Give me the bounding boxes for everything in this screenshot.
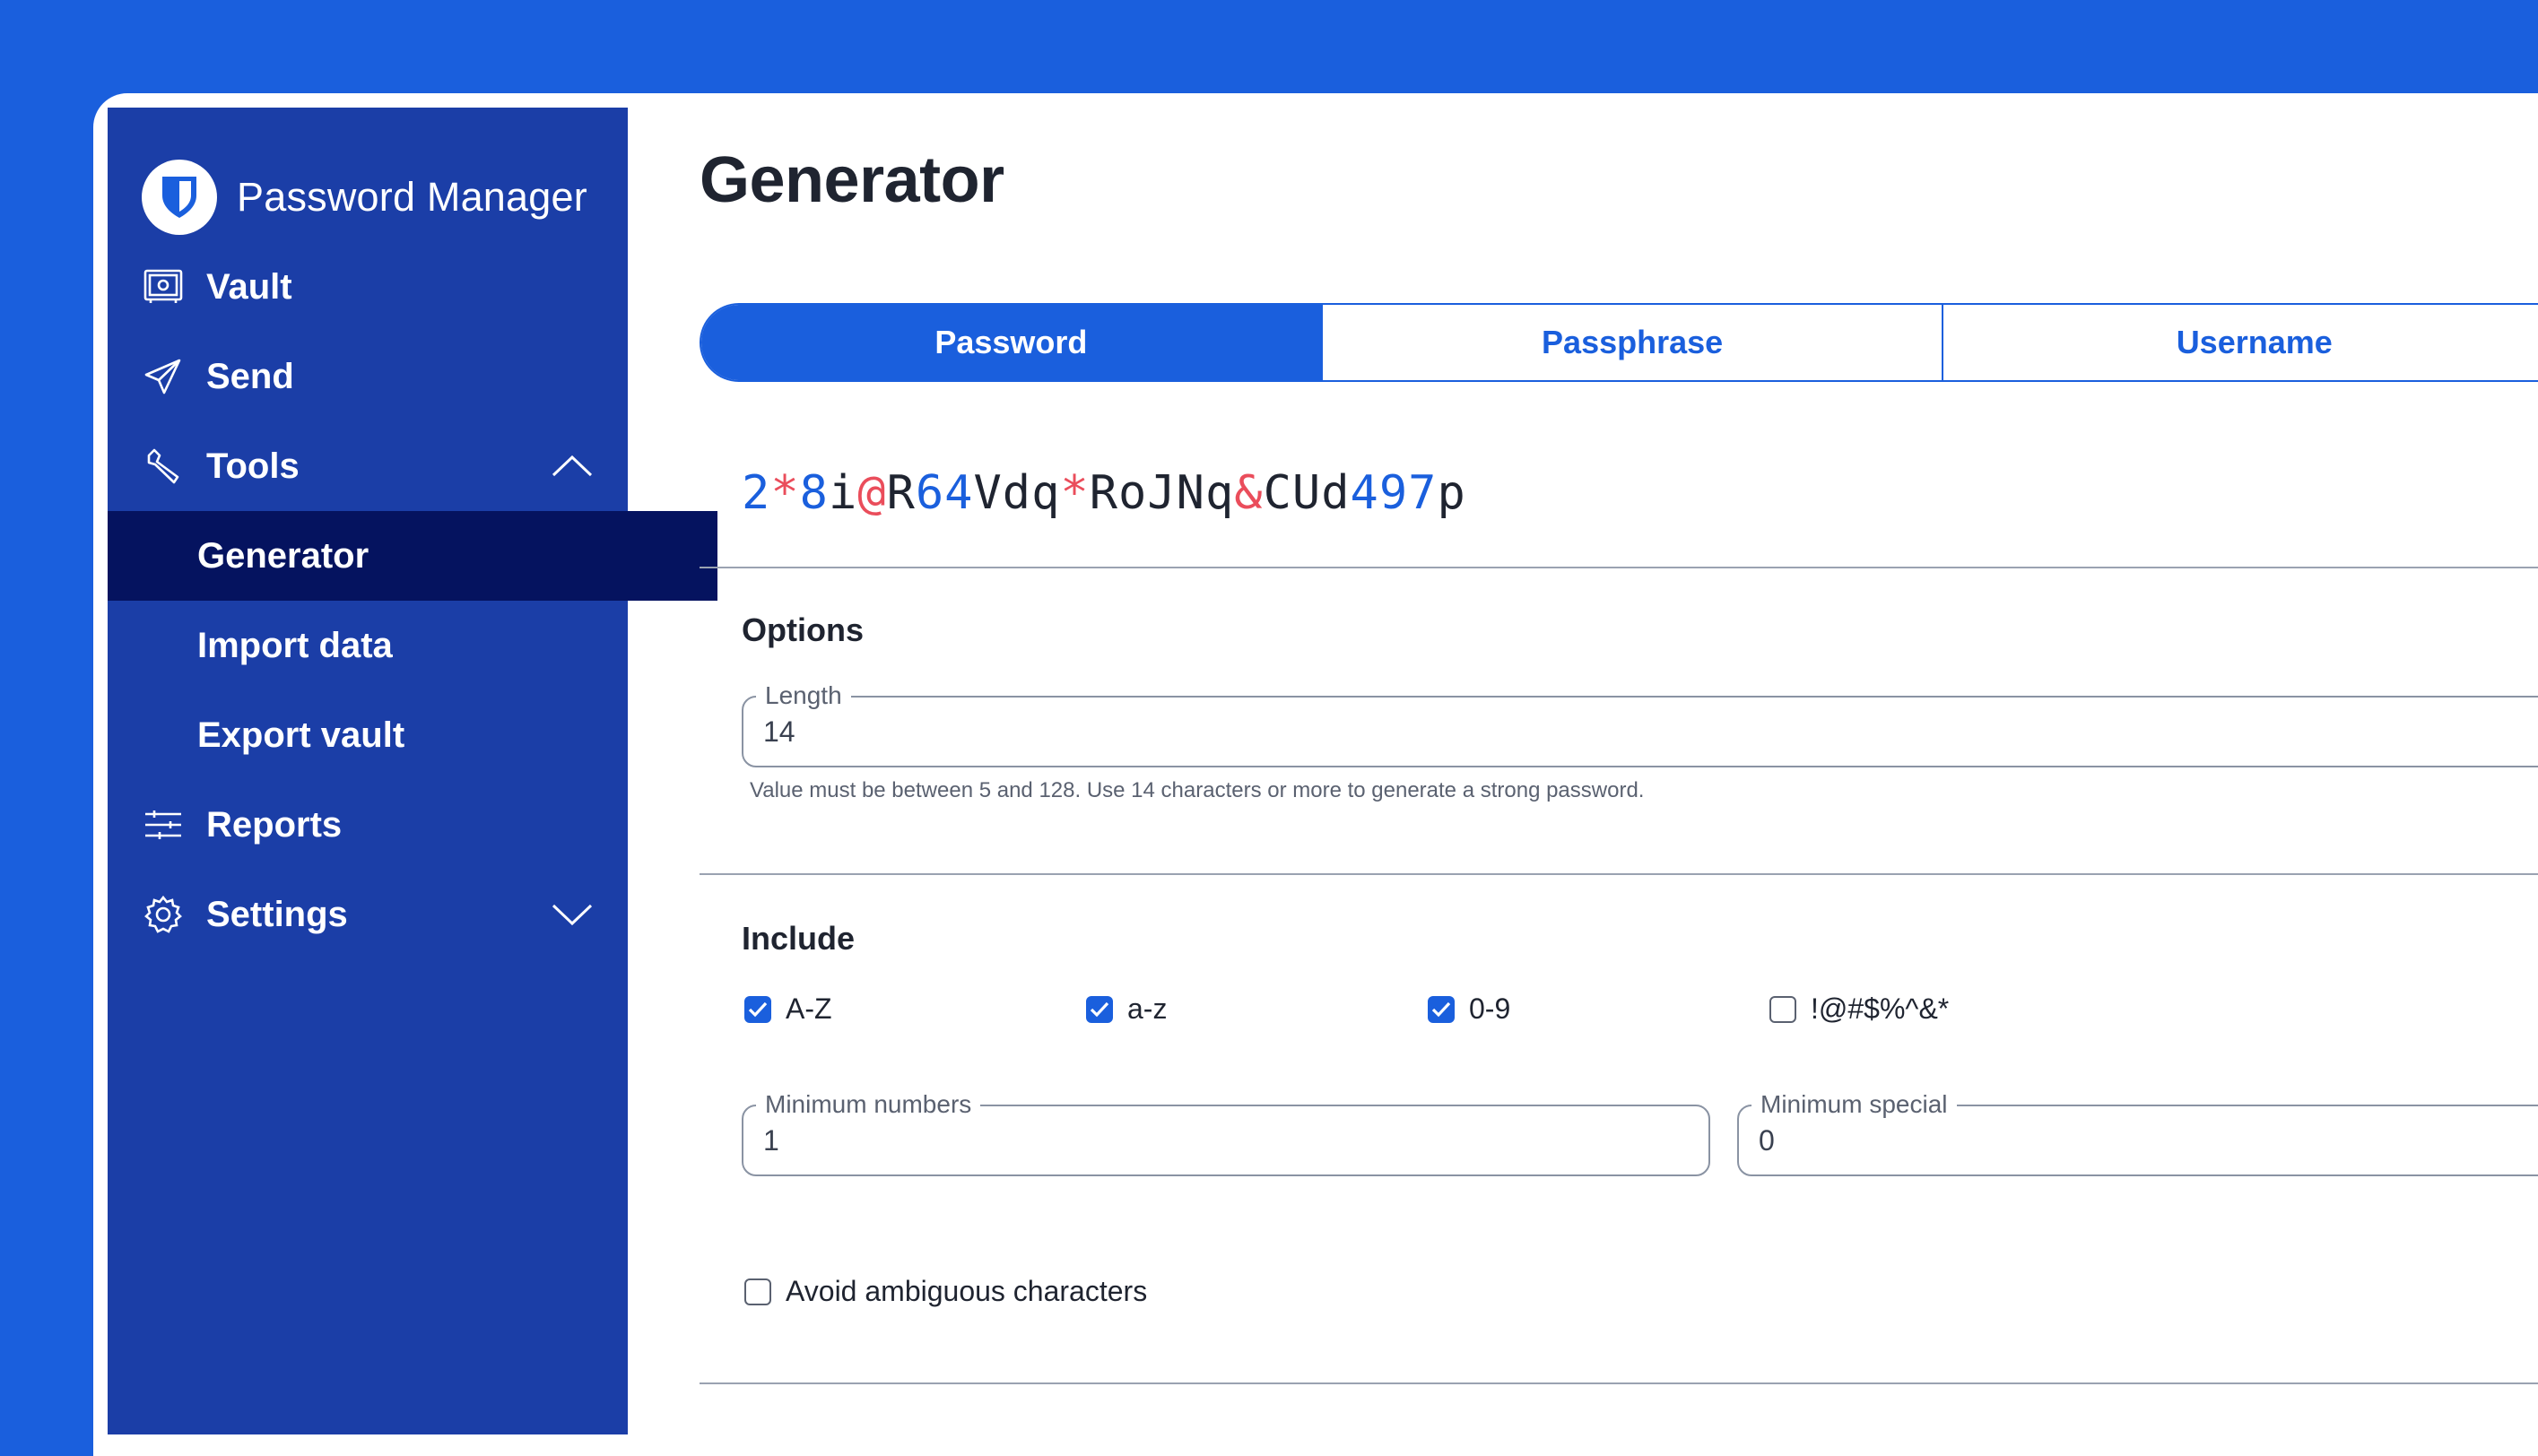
sidebar-item-label: Settings — [206, 894, 348, 934]
password-chunk: RoJNq — [1089, 466, 1235, 520]
send-icon — [142, 355, 185, 398]
checkbox-label: A-Z — [786, 992, 832, 1025]
sidebar-item-vault[interactable]: Vault — [108, 242, 628, 332]
password-chunk: 64 — [915, 466, 974, 520]
checkbox-unchecked-icon — [1769, 995, 1796, 1023]
minimum-numbers-field[interactable]: Minimum numbers 1 — [742, 1090, 1710, 1176]
app-name: Password Manager — [237, 174, 587, 220]
length-field[interactable]: Length 14 — [742, 681, 2538, 767]
minimum-special-label: Minimum special — [1751, 1090, 1957, 1119]
sidebar-item-export-vault[interactable]: Export vault — [108, 690, 717, 780]
checkbox-uppercase[interactable]: A-Z — [744, 992, 832, 1026]
page-title: Generator — [700, 144, 1004, 216]
checkbox-checked-icon — [1428, 995, 1455, 1023]
sidebar-item-label: Reports — [206, 804, 343, 845]
tab-username[interactable]: Username — [1943, 305, 2538, 380]
sidebar-item-generator[interactable]: Generator — [108, 511, 717, 601]
checkbox-checked-icon — [744, 995, 771, 1023]
password-chunk: * — [1060, 466, 1090, 520]
chevron-down-icon[interactable] — [551, 897, 594, 932]
sidebar-item-label: Generator — [197, 535, 369, 576]
checkbox-checked-icon — [1086, 995, 1113, 1023]
divider — [700, 873, 2538, 875]
sidebar-item-label: Send — [206, 356, 294, 396]
password-chunk: CUd — [1263, 466, 1351, 520]
sidebar-item-tools[interactable]: Tools — [108, 421, 628, 511]
generator-type-tabs: Password Passphrase Username — [700, 303, 2538, 382]
sidebar-item-label: Import data — [197, 625, 393, 665]
checkbox-avoid-ambiguous[interactable]: Avoid ambiguous characters — [744, 1275, 1147, 1308]
options-title: Options — [742, 611, 864, 648]
tab-passphrase[interactable]: Passphrase — [1323, 305, 1944, 380]
length-value: 14 — [763, 715, 795, 748]
checkbox-unchecked-icon — [744, 1278, 771, 1305]
checkbox-label: 0-9 — [1469, 992, 1511, 1025]
checkbox-label: !@#$%^&* — [1811, 992, 1950, 1025]
wrench-icon — [142, 445, 185, 488]
password-chunk: 8 — [799, 466, 829, 520]
checkbox-lowercase[interactable]: a-z — [1086, 992, 1167, 1026]
length-label: Length — [756, 681, 851, 710]
minimum-special-value: 0 — [1759, 1124, 1775, 1157]
password-chunk: 2 — [742, 466, 771, 520]
brand[interactable]: Password Manager — [142, 160, 587, 235]
password-chunk: i — [828, 466, 858, 520]
password-chunk: Vdq — [973, 466, 1061, 520]
chevron-up-icon[interactable] — [551, 448, 594, 484]
sidebar-item-label: Export vault — [197, 715, 405, 755]
password-chunk: 497 — [1350, 466, 1438, 520]
checkbox-numbers[interactable]: 0-9 — [1428, 992, 1510, 1026]
length-hint: Value must be between 5 and 128. Use 14 … — [750, 778, 1645, 802]
divider — [700, 1382, 2538, 1384]
password-chunk: * — [770, 466, 800, 520]
minimum-special-field[interactable]: Minimum special 0 — [1737, 1090, 2538, 1176]
checkbox-label: a-z — [1127, 992, 1168, 1025]
include-title: Include — [742, 920, 856, 957]
sidebar-item-label: Tools — [206, 446, 300, 486]
checkbox-special[interactable]: !@#$%^&* — [1769, 992, 1949, 1026]
sidebar-item-send[interactable]: Send — [108, 332, 628, 421]
sidebar-item-settings[interactable]: Settings — [108, 870, 628, 959]
tab-password[interactable]: Password — [701, 305, 1323, 380]
password-chunk: R — [886, 466, 916, 520]
gear-icon — [142, 893, 185, 936]
sliders-icon — [142, 803, 185, 846]
sidebar: Password Manager Vault Send Tools Genera… — [108, 108, 717, 1434]
generated-password[interactable]: 2*8i@R64Vdq*RoJNq&CUd497p — [742, 466, 1466, 520]
minimum-numbers-label: Minimum numbers — [756, 1090, 981, 1119]
sidebar-item-label: Vault — [206, 266, 292, 307]
shield-logo-icon — [142, 160, 217, 235]
sidebar-item-import-data[interactable]: Import data — [108, 601, 717, 690]
checkbox-label: Avoid ambiguous characters — [786, 1275, 1148, 1307]
password-chunk: @ — [857, 466, 887, 520]
password-chunk: p — [1437, 466, 1466, 520]
password-chunk: & — [1234, 466, 1264, 520]
sidebar-item-reports[interactable]: Reports — [108, 780, 628, 870]
vault-icon — [142, 265, 185, 308]
divider — [700, 567, 2538, 568]
minimum-numbers-value: 1 — [763, 1124, 779, 1157]
